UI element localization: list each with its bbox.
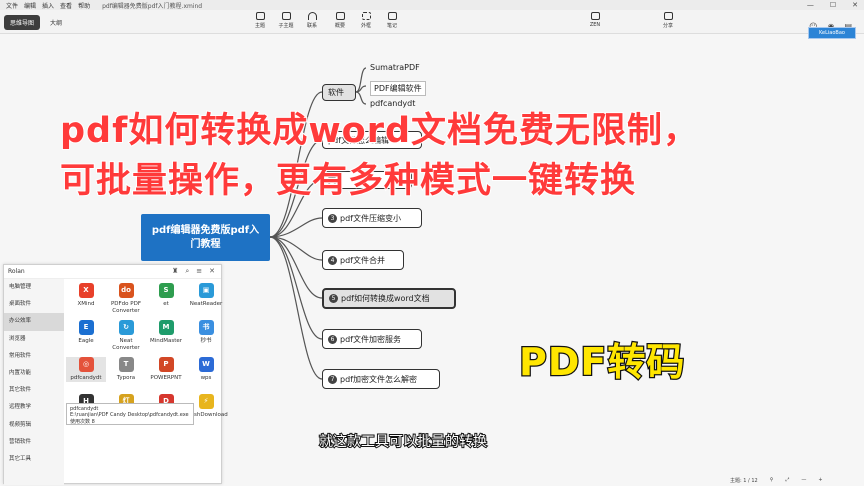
neatreader-icon: ▣	[198, 283, 214, 298]
category-item[interactable]: 视频剪辑	[4, 417, 64, 434]
xmind-window: 文件 编辑 插入 查看 帮助 pdf编辑器免费版pdf入门教程.xmind — …	[0, 0, 864, 486]
app-label: wps	[200, 375, 212, 381]
search-icon[interactable]: ⌕	[185, 267, 189, 276]
app-launcher-item[interactable]: 书秒书	[186, 320, 226, 345]
app-launcher-item[interactable]: T Typora	[106, 357, 146, 382]
fit-icon[interactable]: ⤢	[785, 477, 789, 484]
pdfdo-icon: do	[118, 283, 134, 298]
rolan-category-list: 电脑管理 桌面软件 办公效率 浏览器 常用软件 内置功能 其它软件 远程教学 视…	[4, 279, 64, 485]
topic-decrypt[interactable]: 7 pdf加密文件怎么解密	[322, 369, 440, 389]
app-label: NeatReader	[189, 301, 223, 307]
topic-compress[interactable]: 3 pdf文件压缩变小	[322, 208, 422, 228]
zoom-in-icon[interactable]: +	[818, 477, 822, 484]
mindmaster-icon: M	[158, 320, 174, 335]
miaoshu-icon: 书	[198, 320, 214, 335]
app-label: 秒书	[200, 338, 212, 344]
app-label: pdfcandydt	[70, 375, 102, 381]
category-item[interactable]: 内置功能	[4, 365, 64, 382]
xmind-icon: X	[78, 283, 94, 298]
topic-software[interactable]: 软件	[322, 84, 356, 101]
category-item-active[interactable]: 办公效率	[4, 313, 64, 331]
app-launcher-item[interactable]: Set	[146, 283, 186, 308]
category-item[interactable]: 浏览器	[4, 331, 64, 348]
app-label: Eagle	[78, 338, 94, 344]
leaf-sumatrapdf[interactable]: SumatraPDF	[370, 63, 420, 72]
root-topic[interactable]: pdf编辑器免费版pdf入门教程	[141, 214, 270, 261]
close-icon[interactable]: ✕	[209, 267, 215, 276]
shirt-icon[interactable]: ♜	[172, 267, 178, 276]
connector-encrypt	[269, 236, 323, 340]
flashdownload-icon: ⚡	[198, 394, 214, 409]
category-item[interactable]: 电脑管理	[4, 279, 64, 296]
topic-encrypt[interactable]: 6 pdf文件加密服务	[322, 329, 422, 349]
filter-icon[interactable]: ⚲	[770, 477, 774, 484]
wps-icon: W	[198, 357, 214, 372]
category-item[interactable]: 常用软件	[4, 348, 64, 365]
powerpoint-icon: P	[158, 357, 174, 372]
app-tooltip: pdfcandydt E:\ruanjian\PDF Candy Desktop…	[66, 403, 194, 425]
app-label: XMind	[77, 301, 95, 307]
neat-converter-icon: ↻	[118, 320, 134, 335]
app-launcher-item[interactable]: E Eagle	[66, 320, 106, 345]
app-launcher-item[interactable]: Wwps	[186, 357, 226, 382]
app-launcher-item[interactable]: P POWERPNT	[146, 357, 186, 382]
rolan-title: Rolan	[8, 268, 25, 275]
leaf-pdf-editor[interactable]: PDF编辑软件	[370, 81, 426, 96]
status-bar: 主题: 1 / 12 ⚲ ⤢ — +	[730, 477, 823, 484]
headline-line-1: pdf如何转换成word文档免费无限制，	[59, 110, 700, 152]
app-label: MindMaster	[149, 338, 183, 344]
topic-merge[interactable]: 4 pdf文件合并	[322, 250, 404, 270]
category-item[interactable]: 远程教学	[4, 399, 64, 416]
app-label: POWERPNT	[150, 375, 182, 381]
app-launcher-item[interactable]: M MindMaster	[146, 320, 186, 345]
app-launcher-item[interactable]: ↻ Neat Converter	[106, 320, 146, 352]
app-launcher-item[interactable]: X XMind	[66, 283, 106, 308]
app-launcher-item[interactable]: ◎ pdfcandydt	[66, 357, 106, 382]
category-item[interactable]: 其它软件	[4, 382, 64, 399]
category-item[interactable]: 桌面软件	[4, 296, 64, 313]
category-item[interactable]: 其它工具	[4, 451, 64, 468]
topic-count: 主题: 1 / 12	[730, 478, 758, 484]
app-launcher-item[interactable]: ▣ NeatReader	[186, 283, 226, 308]
app-label: et	[163, 301, 169, 307]
app-label: PDFdo PDF Converter	[110, 301, 142, 314]
typora-icon: T	[118, 357, 134, 372]
headline-line-2: 可批量操作，更有多种模式一键转换	[59, 160, 637, 202]
topic-to-word[interactable]: 5 pdf如何转换成word文档	[322, 288, 456, 309]
app-label: Typora	[116, 375, 136, 381]
pdf-convert-badge: PDF转码	[518, 339, 686, 386]
app-launcher-item[interactable]: do PDFdo PDF Converter	[106, 283, 146, 315]
app-label: Neat Converter	[112, 338, 140, 351]
eagle-icon: E	[78, 320, 94, 335]
category-item[interactable]: 营销软件	[4, 434, 64, 451]
zoom-out-icon[interactable]: —	[801, 477, 806, 484]
menu-icon[interactable]: ≡	[196, 267, 202, 276]
video-subtitle: 就这款工具可以批量的转换	[318, 433, 488, 451]
rolan-launcher: Rolan ♜ ⌕ ≡ ✕ 电脑管理 桌面软件 办公效率 浏览器 常用软件 内置…	[3, 264, 228, 485]
pdfcandy-icon: ◎	[78, 357, 94, 372]
et-icon: S	[158, 283, 174, 298]
